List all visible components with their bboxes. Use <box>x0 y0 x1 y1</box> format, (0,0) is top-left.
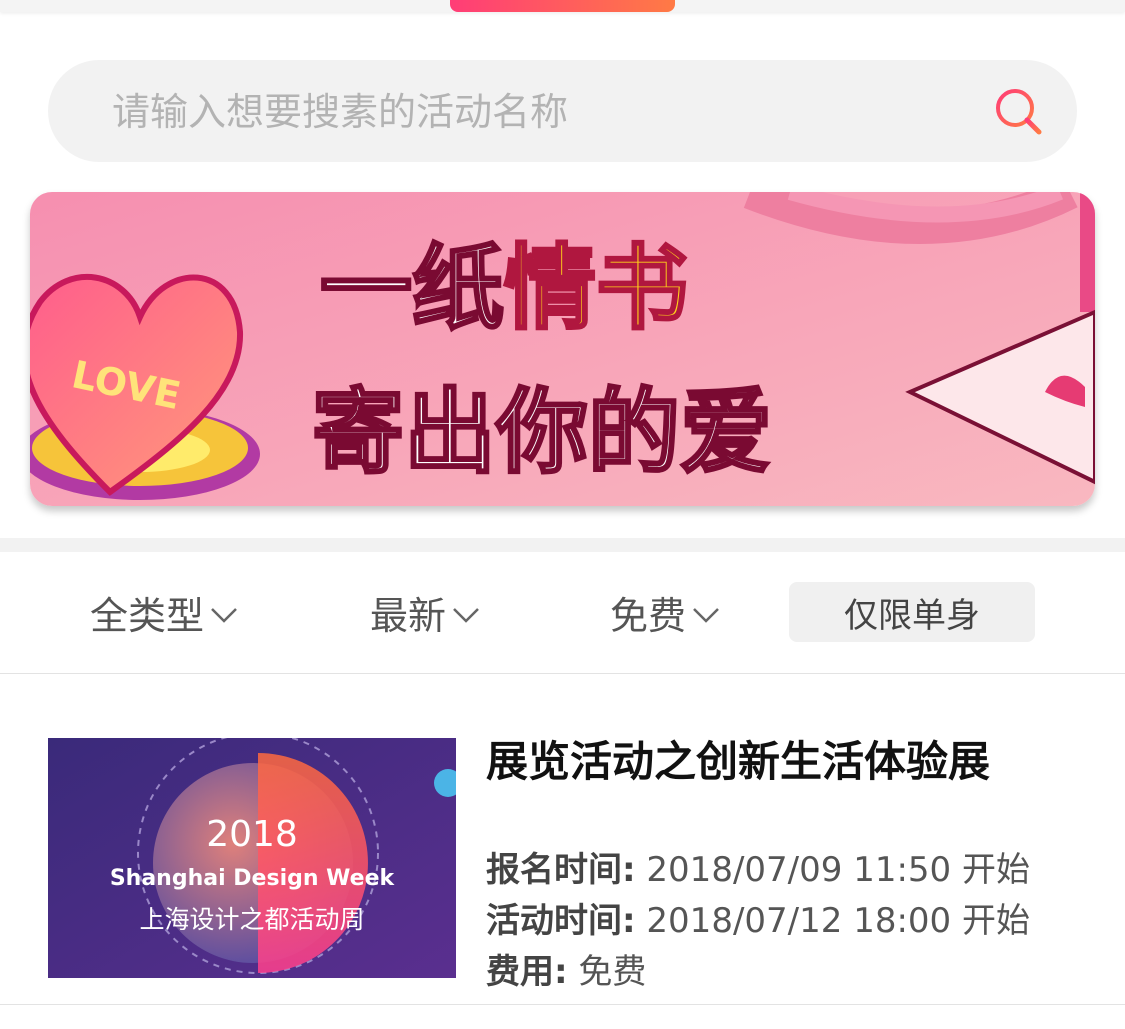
filter-fee-dropdown[interactable]: 免费 <box>610 580 720 644</box>
event-time-row: 活动时间: 2018/07/12 18:00 开始 <box>486 893 1030 942</box>
chevron-down-icon <box>211 608 237 623</box>
event-time-label: 活动时间: <box>486 901 636 941</box>
svg-text:一纸情书: 一纸情书 <box>320 235 688 342</box>
activity-title[interactable]: 展览活动之创新生活体验展 <box>486 728 990 789</box>
banner-line2: 寄出你的爱 <box>312 379 772 486</box>
thumb-year: 2018 <box>206 814 298 855</box>
signup-time-value: 2018/07/09 11:50 开始 <box>646 850 1030 890</box>
signup-time-row: 报名时间: 2018/07/09 11:50 开始 <box>486 842 1030 891</box>
event-time-value: 2018/07/12 18:00 开始 <box>646 901 1030 941</box>
filter-type-dropdown[interactable]: 全类型 <box>90 580 238 644</box>
filter-fee-label: 免费 <box>610 593 687 638</box>
banner-line1-white: 一纸 <box>320 235 504 342</box>
fee-value: 免费 <box>578 952 647 992</box>
search-input[interactable] <box>110 60 974 164</box>
filter-sort-dropdown[interactable]: 最新 <box>370 580 480 644</box>
filter-type-label: 全类型 <box>90 593 205 638</box>
activity-thumbnail[interactable]: 2018 Shanghai Design Week 上海设计之都活动周 <box>48 738 456 978</box>
search-icon[interactable] <box>991 84 1047 140</box>
signup-time-label: 报名时间: <box>486 850 636 890</box>
fee-label: 费用: <box>486 952 568 992</box>
search-bar[interactable] <box>48 60 1077 164</box>
section-divider <box>0 538 1125 552</box>
promo-banner[interactable]: LOVE 一纸情书 寄出你的爱 <box>30 192 1095 506</box>
thumb-title-en: Shanghai Design Week <box>110 866 396 891</box>
active-tab-indicator <box>450 0 675 12</box>
banner-line1-yellow: 情书 <box>504 235 688 342</box>
chevron-down-icon <box>453 608 479 623</box>
single-only-toggle[interactable]: 仅限单身 <box>789 582 1035 642</box>
chevron-down-icon <box>693 608 719 623</box>
thumb-title-cn: 上海设计之都活动周 <box>139 905 364 934</box>
filter-sort-label: 最新 <box>370 593 447 638</box>
fee-row: 费用: 免费 <box>486 944 646 993</box>
